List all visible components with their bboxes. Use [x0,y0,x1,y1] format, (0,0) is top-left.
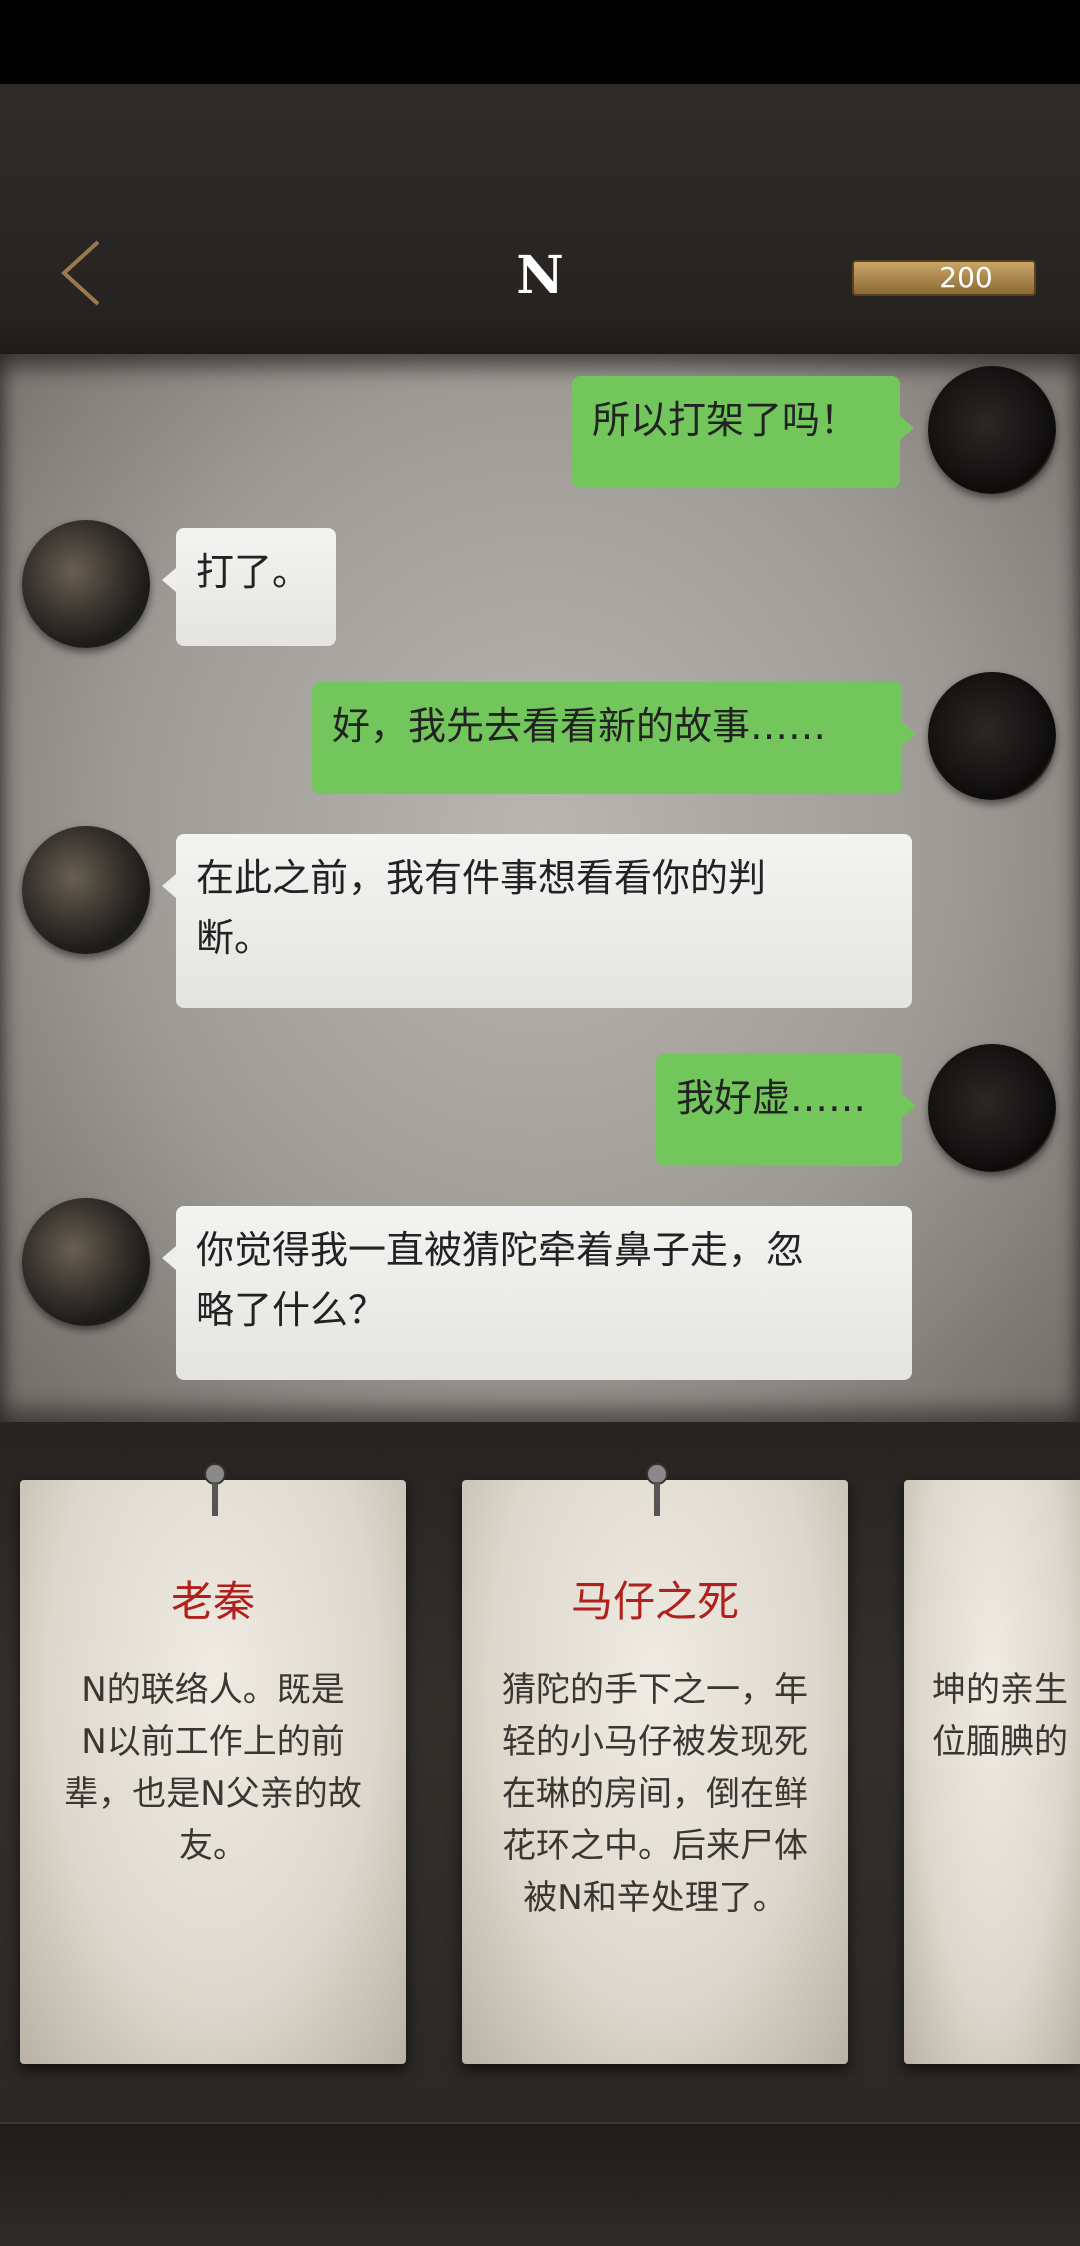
message-bubble-me: 所以打架了吗！ [572,376,914,488]
card-line: N的联络人。既是 [81,1670,345,1710]
card-line: 轻的小马仔被发现死 [502,1722,808,1762]
card-description: 坤的亲生 位腼腆的 [904,1664,1080,1768]
card-line: 花环之中。后来尸体 [502,1826,808,1866]
my-avatar[interactable] [928,672,1056,800]
message-text-line: 你觉得我一直被猜陀牵着鼻子走，忽 [196,1228,805,1272]
header-bar [0,84,1080,354]
clue-card[interactable]: 老秦 N的联络人。既是 N以前工作上的前 辈，也是N父亲的故 友。 [20,1463,406,2064]
contact-avatar[interactable] [22,520,150,648]
card-line: 在琳的房间，倒在鲜 [502,1774,808,1814]
card-title: 老秦 [170,1577,255,1626]
pin-icon [204,1463,226,1516]
my-avatar[interactable] [928,1044,1056,1172]
card-line: 友。 [179,1826,247,1866]
message-text-line: 在此之前，我有件事想看看你的判 [196,856,767,900]
card-description: 猜陀的手下之一，年 轻的小马仔被发现死 在琳的房间，倒在鲜 花环之中。后来尸体 … [492,1664,818,1924]
card-title: S [904,1576,1080,1628]
card-description: N的联络人。既是 N以前工作上的前 辈，也是N父亲的故 友。 [50,1664,376,1872]
message-text: 所以打架了吗！ [592,398,859,442]
contact-avatar[interactable] [22,826,150,954]
clue-card[interactable]: 马仔之死 猜陀的手下之一，年 轻的小马仔被发现死 在琳的房间，倒在鲜 花环之中。… [462,1463,848,2064]
message-text: 好，我先去看看新的故事…… [332,704,827,748]
message-text-line: 断。 [196,916,273,960]
message-text: 我好虚…… [676,1076,867,1120]
card-line: 猜陀的手下之一，年 [502,1670,808,1710]
card-title: 马仔之死 [570,1577,739,1626]
message-bubble-them: 你觉得我一直被猜陀牵着鼻子走，忽 略了什么？ [162,1206,912,1380]
contact-avatar[interactable] [22,1198,150,1326]
card-line: 坤的亲生 [932,1670,1068,1710]
status-bar [0,0,1080,84]
pin-icon [646,1463,668,1516]
bottom-bar [0,2122,1080,2246]
message-text: 打了。 [196,550,311,594]
card-line: 位腼腆的 [932,1722,1068,1762]
my-avatar[interactable] [928,366,1056,494]
message-bubble-me: 好，我先去看看新的故事…… [312,682,916,794]
message-bubble-them: 打了。 [162,528,336,646]
card-line: N以前工作上的前 [81,1722,345,1762]
card-line: 被N和辛处理了。 [523,1878,787,1918]
coin-counter: 200 [852,260,1036,296]
clue-card[interactable]: S 坤的亲生 位腼腆的 [904,1480,1080,2064]
message-bubble-them: 在此之前，我有件事想看看你的判 断。 [162,834,912,1008]
message-bubble-me: 我好虚…… [656,1054,916,1166]
message-text-line: 略了什么？ [196,1288,387,1332]
card-line: 辈，也是N父亲的故 [64,1774,362,1814]
coin-count: 200 [939,261,993,294]
